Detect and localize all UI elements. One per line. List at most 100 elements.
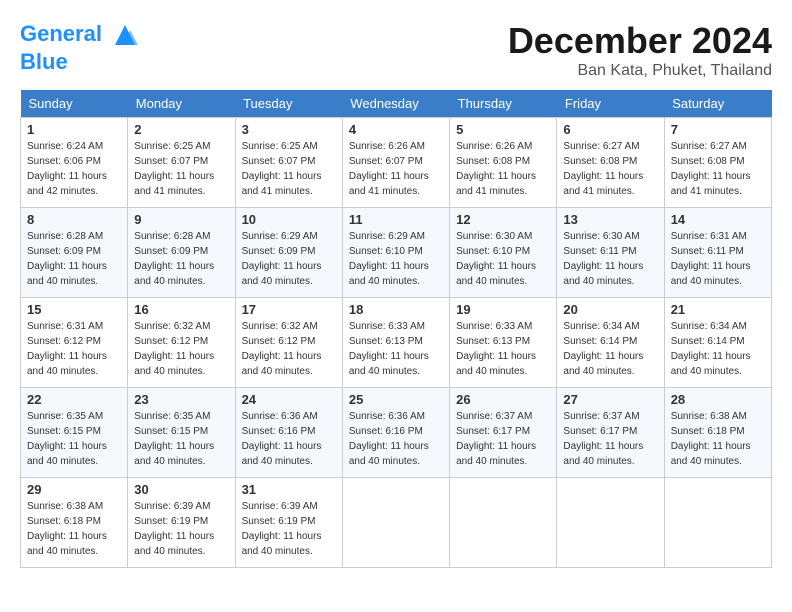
- calendar-cell: 18 Sunrise: 6:33 AM Sunset: 6:13 PM Dayl…: [342, 298, 449, 388]
- calendar-cell: [342, 478, 449, 568]
- calendar-cell: [664, 478, 771, 568]
- calendar-cell: 1 Sunrise: 6:24 AM Sunset: 6:06 PM Dayli…: [21, 118, 128, 208]
- day-info: Sunrise: 6:32 AM Sunset: 6:12 PM Dayligh…: [134, 321, 214, 377]
- day-number: 24: [242, 392, 336, 407]
- calendar-cell: 7 Sunrise: 6:27 AM Sunset: 6:08 PM Dayli…: [664, 118, 771, 208]
- day-number: 22: [27, 392, 121, 407]
- logo: General Blue: [20, 20, 140, 74]
- calendar-week-3: 15 Sunrise: 6:31 AM Sunset: 6:12 PM Dayl…: [21, 298, 772, 388]
- day-number: 4: [349, 122, 443, 137]
- day-info: Sunrise: 6:31 AM Sunset: 6:11 PM Dayligh…: [671, 231, 751, 287]
- day-info: Sunrise: 6:38 AM Sunset: 6:18 PM Dayligh…: [27, 501, 107, 557]
- day-number: 6: [563, 122, 657, 137]
- day-number: 7: [671, 122, 765, 137]
- calendar-cell: 6 Sunrise: 6:27 AM Sunset: 6:08 PM Dayli…: [557, 118, 664, 208]
- day-info: Sunrise: 6:30 AM Sunset: 6:10 PM Dayligh…: [456, 231, 536, 287]
- calendar-cell: 24 Sunrise: 6:36 AM Sunset: 6:16 PM Dayl…: [235, 388, 342, 478]
- day-info: Sunrise: 6:37 AM Sunset: 6:17 PM Dayligh…: [563, 411, 643, 467]
- day-info: Sunrise: 6:26 AM Sunset: 6:08 PM Dayligh…: [456, 141, 536, 197]
- day-info: Sunrise: 6:36 AM Sunset: 6:16 PM Dayligh…: [242, 411, 322, 467]
- day-number: 2: [134, 122, 228, 137]
- location: Ban Kata, Phuket, Thailand: [508, 62, 772, 80]
- day-info: Sunrise: 6:29 AM Sunset: 6:09 PM Dayligh…: [242, 231, 322, 287]
- day-number: 5: [456, 122, 550, 137]
- day-info: Sunrise: 6:28 AM Sunset: 6:09 PM Dayligh…: [134, 231, 214, 287]
- day-number: 13: [563, 212, 657, 227]
- logo-text: General: [20, 20, 140, 50]
- calendar-table: SundayMondayTuesdayWednesdayThursdayFrid…: [20, 90, 772, 568]
- day-number: 8: [27, 212, 121, 227]
- day-number: 3: [242, 122, 336, 137]
- day-number: 30: [134, 482, 228, 497]
- calendar-cell: 8 Sunrise: 6:28 AM Sunset: 6:09 PM Dayli…: [21, 208, 128, 298]
- day-info: Sunrise: 6:33 AM Sunset: 6:13 PM Dayligh…: [349, 321, 429, 377]
- day-number: 28: [671, 392, 765, 407]
- calendar-cell: 16 Sunrise: 6:32 AM Sunset: 6:12 PM Dayl…: [128, 298, 235, 388]
- weekday-header-tuesday: Tuesday: [235, 90, 342, 118]
- day-info: Sunrise: 6:34 AM Sunset: 6:14 PM Dayligh…: [671, 321, 751, 377]
- day-info: Sunrise: 6:27 AM Sunset: 6:08 PM Dayligh…: [671, 141, 751, 197]
- calendar-week-5: 29 Sunrise: 6:38 AM Sunset: 6:18 PM Dayl…: [21, 478, 772, 568]
- calendar-cell: 5 Sunrise: 6:26 AM Sunset: 6:08 PM Dayli…: [450, 118, 557, 208]
- weekday-header-thursday: Thursday: [450, 90, 557, 118]
- calendar-cell: 9 Sunrise: 6:28 AM Sunset: 6:09 PM Dayli…: [128, 208, 235, 298]
- calendar-week-4: 22 Sunrise: 6:35 AM Sunset: 6:15 PM Dayl…: [21, 388, 772, 478]
- calendar-cell: 11 Sunrise: 6:29 AM Sunset: 6:10 PM Dayl…: [342, 208, 449, 298]
- day-info: Sunrise: 6:34 AM Sunset: 6:14 PM Dayligh…: [563, 321, 643, 377]
- day-info: Sunrise: 6:32 AM Sunset: 6:12 PM Dayligh…: [242, 321, 322, 377]
- calendar-cell: 27 Sunrise: 6:37 AM Sunset: 6:17 PM Dayl…: [557, 388, 664, 478]
- day-number: 11: [349, 212, 443, 227]
- weekday-header-saturday: Saturday: [664, 90, 771, 118]
- weekday-header-monday: Monday: [128, 90, 235, 118]
- calendar-cell: 23 Sunrise: 6:35 AM Sunset: 6:15 PM Dayl…: [128, 388, 235, 478]
- weekday-header-friday: Friday: [557, 90, 664, 118]
- day-number: 31: [242, 482, 336, 497]
- calendar-cell: 19 Sunrise: 6:33 AM Sunset: 6:13 PM Dayl…: [450, 298, 557, 388]
- calendar-cell: 21 Sunrise: 6:34 AM Sunset: 6:14 PM Dayl…: [664, 298, 771, 388]
- day-number: 29: [27, 482, 121, 497]
- day-number: 10: [242, 212, 336, 227]
- calendar-cell: [557, 478, 664, 568]
- calendar-cell: 12 Sunrise: 6:30 AM Sunset: 6:10 PM Dayl…: [450, 208, 557, 298]
- calendar-cell: 28 Sunrise: 6:38 AM Sunset: 6:18 PM Dayl…: [664, 388, 771, 478]
- day-info: Sunrise: 6:29 AM Sunset: 6:10 PM Dayligh…: [349, 231, 429, 287]
- day-number: 14: [671, 212, 765, 227]
- day-number: 21: [671, 302, 765, 317]
- day-info: Sunrise: 6:30 AM Sunset: 6:11 PM Dayligh…: [563, 231, 643, 287]
- day-number: 26: [456, 392, 550, 407]
- day-number: 23: [134, 392, 228, 407]
- calendar-cell: [450, 478, 557, 568]
- day-number: 9: [134, 212, 228, 227]
- calendar-cell: 10 Sunrise: 6:29 AM Sunset: 6:09 PM Dayl…: [235, 208, 342, 298]
- title-block: December 2024 Ban Kata, Phuket, Thailand: [508, 20, 772, 80]
- calendar-cell: 4 Sunrise: 6:26 AM Sunset: 6:07 PM Dayli…: [342, 118, 449, 208]
- day-info: Sunrise: 6:38 AM Sunset: 6:18 PM Dayligh…: [671, 411, 751, 467]
- day-number: 27: [563, 392, 657, 407]
- calendar-cell: 2 Sunrise: 6:25 AM Sunset: 6:07 PM Dayli…: [128, 118, 235, 208]
- day-info: Sunrise: 6:35 AM Sunset: 6:15 PM Dayligh…: [134, 411, 214, 467]
- day-number: 25: [349, 392, 443, 407]
- day-info: Sunrise: 6:35 AM Sunset: 6:15 PM Dayligh…: [27, 411, 107, 467]
- calendar-cell: 3 Sunrise: 6:25 AM Sunset: 6:07 PM Dayli…: [235, 118, 342, 208]
- calendar-cell: 30 Sunrise: 6:39 AM Sunset: 6:19 PM Dayl…: [128, 478, 235, 568]
- day-info: Sunrise: 6:28 AM Sunset: 6:09 PM Dayligh…: [27, 231, 107, 287]
- day-info: Sunrise: 6:26 AM Sunset: 6:07 PM Dayligh…: [349, 141, 429, 197]
- day-number: 19: [456, 302, 550, 317]
- day-info: Sunrise: 6:31 AM Sunset: 6:12 PM Dayligh…: [27, 321, 107, 377]
- weekday-header-wednesday: Wednesday: [342, 90, 449, 118]
- calendar-cell: 17 Sunrise: 6:32 AM Sunset: 6:12 PM Dayl…: [235, 298, 342, 388]
- page-header: General Blue December 2024 Ban Kata, Phu…: [20, 20, 772, 80]
- calendar-cell: 31 Sunrise: 6:39 AM Sunset: 6:19 PM Dayl…: [235, 478, 342, 568]
- day-info: Sunrise: 6:27 AM Sunset: 6:08 PM Dayligh…: [563, 141, 643, 197]
- weekday-header-row: SundayMondayTuesdayWednesdayThursdayFrid…: [21, 90, 772, 118]
- day-info: Sunrise: 6:39 AM Sunset: 6:19 PM Dayligh…: [134, 501, 214, 557]
- month-title: December 2024: [508, 20, 772, 62]
- day-info: Sunrise: 6:25 AM Sunset: 6:07 PM Dayligh…: [134, 141, 214, 197]
- calendar-cell: 13 Sunrise: 6:30 AM Sunset: 6:11 PM Dayl…: [557, 208, 664, 298]
- day-info: Sunrise: 6:39 AM Sunset: 6:19 PM Dayligh…: [242, 501, 322, 557]
- day-number: 12: [456, 212, 550, 227]
- calendar-cell: 22 Sunrise: 6:35 AM Sunset: 6:15 PM Dayl…: [21, 388, 128, 478]
- calendar-cell: 29 Sunrise: 6:38 AM Sunset: 6:18 PM Dayl…: [21, 478, 128, 568]
- day-info: Sunrise: 6:24 AM Sunset: 6:06 PM Dayligh…: [27, 141, 107, 197]
- day-number: 1: [27, 122, 121, 137]
